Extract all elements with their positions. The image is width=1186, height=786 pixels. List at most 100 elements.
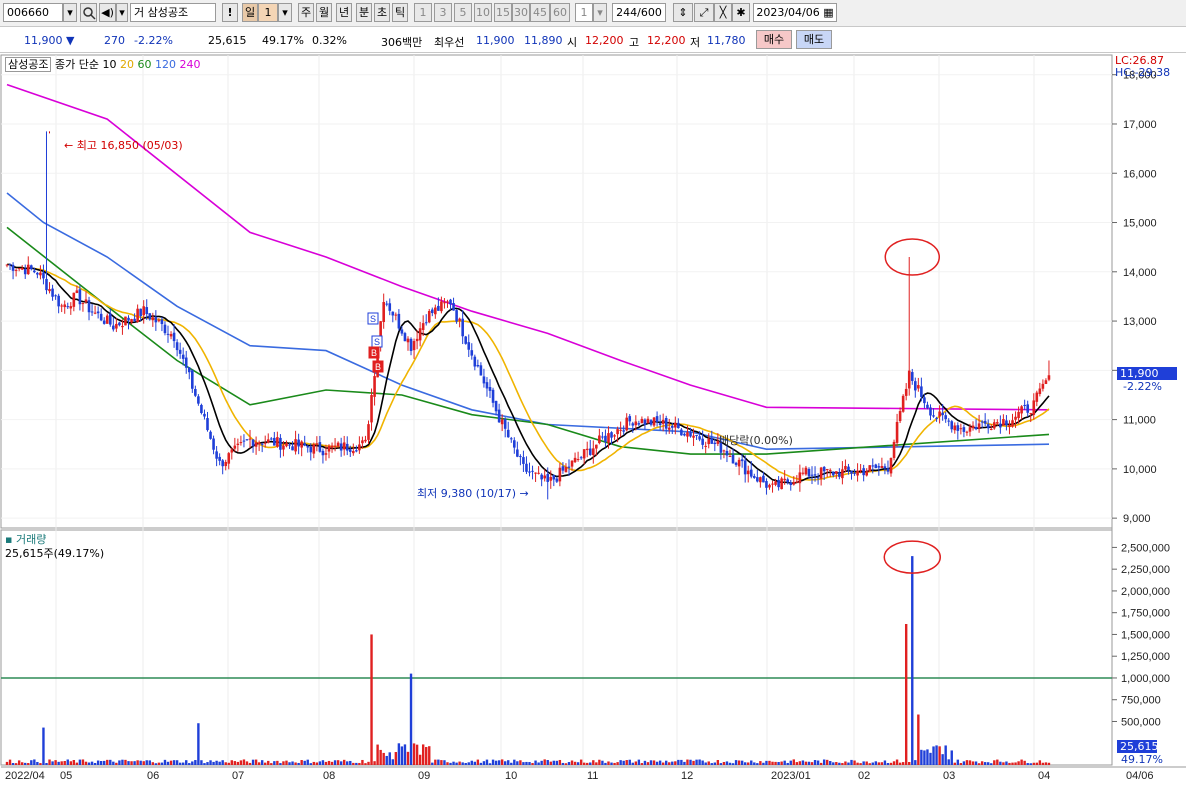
volume-bar <box>382 752 385 765</box>
volume-bar <box>500 759 504 765</box>
candle-body <box>923 397 926 404</box>
candle-body <box>810 474 814 476</box>
volume-tick-label: 2,000,000 <box>1121 586 1170 598</box>
volume-bar <box>209 760 212 765</box>
volume-tick-label: 1,250,000 <box>1121 651 1170 663</box>
candle-body <box>482 376 486 384</box>
volume-bar <box>829 761 832 765</box>
volume-bar <box>658 760 662 765</box>
candle-body <box>522 457 525 464</box>
candle-body <box>1020 406 1023 414</box>
volume-bar <box>753 762 756 765</box>
candle-body <box>974 426 978 430</box>
volume-bar <box>1014 762 1017 765</box>
candle-body <box>415 338 419 342</box>
volume-bar <box>947 759 950 765</box>
candle-body <box>75 290 79 293</box>
x-tick-label: 11 <box>587 770 598 782</box>
candle-body <box>692 435 695 438</box>
candle-body <box>722 450 726 452</box>
candle-body <box>23 268 27 275</box>
volume-bar <box>306 759 309 765</box>
candle-body <box>519 456 522 458</box>
volume-bar <box>586 762 589 765</box>
candle-body <box>54 295 57 297</box>
candle-body <box>318 442 322 452</box>
candle-body <box>595 444 598 449</box>
volume-bar <box>668 762 671 765</box>
volume-bar <box>795 762 799 765</box>
volume-bar <box>367 761 370 765</box>
volume-bar <box>188 763 191 765</box>
candle-body <box>950 421 954 430</box>
candle-body <box>746 470 750 475</box>
candle-body <box>212 438 215 450</box>
candle-body <box>224 461 228 467</box>
volume-bar <box>771 761 774 765</box>
volume-bar <box>920 749 923 765</box>
candle-body <box>819 467 823 479</box>
candle-body <box>920 386 923 397</box>
volume-tick-label: 2,500,000 <box>1121 542 1170 554</box>
volume-bar <box>14 763 18 765</box>
candle-body <box>355 450 358 452</box>
volume-bar <box>245 761 249 765</box>
low-annotation: 최저 9,380 (10/17) → <box>417 487 529 500</box>
candle-body <box>713 442 717 445</box>
candle-body <box>197 396 200 404</box>
candle-body <box>813 474 817 476</box>
volume-bar <box>531 763 534 765</box>
candle-body <box>8 264 12 266</box>
price-legend: 삼성공조 종가 단순 10 20 60 120 240 <box>5 56 200 72</box>
candle-body <box>667 427 671 430</box>
volume-bar <box>339 761 343 765</box>
candle-body <box>513 440 516 448</box>
hc-label: HC:-29.38 <box>1115 66 1171 79</box>
candle-body <box>795 481 799 483</box>
volume-bar <box>728 762 732 765</box>
candle-body <box>194 388 197 396</box>
volume-bar <box>759 761 762 765</box>
volume-bar <box>1023 760 1026 765</box>
candle-body <box>683 433 686 436</box>
candle-body <box>540 474 543 480</box>
candle-body <box>84 299 88 302</box>
volume-bar <box>425 747 428 765</box>
volume-bar <box>877 762 881 765</box>
legend-stock-name[interactable]: 삼성공조 <box>5 57 52 72</box>
volume-bar <box>1005 761 1008 765</box>
volume-bar <box>109 759 112 765</box>
candle-body <box>992 422 996 429</box>
volume-bar <box>892 761 896 765</box>
candle-body <box>99 313 103 321</box>
volume-bar <box>631 762 634 765</box>
candle-body <box>564 466 568 473</box>
high-annotation: ← 최고 16,850 (05/03) <box>64 139 183 152</box>
volume-bar <box>932 746 935 765</box>
x-tick-label: 05 <box>60 770 72 782</box>
price-volume-chart[interactable]: 2022/04 05 06 07 08 09 10 11 12 2023/01 02 03 04 04/0… <box>0 0 1186 786</box>
price-tick-label: 13,000 <box>1123 316 1157 328</box>
candle-body <box>312 444 316 454</box>
volume-bar <box>750 760 753 765</box>
volume-bar <box>364 763 367 765</box>
candle-body <box>251 439 255 446</box>
candle-body <box>358 444 361 451</box>
candle-body <box>664 418 668 429</box>
candle-body <box>999 423 1002 428</box>
high-annotation-text: 최고 16,850 (05/03) <box>76 139 183 152</box>
volume-bar <box>370 634 373 765</box>
candle-body <box>853 472 856 474</box>
volume-bar <box>980 761 984 765</box>
candle-body <box>121 325 124 328</box>
candle-body <box>841 469 844 479</box>
candle-body <box>549 476 553 481</box>
volume-bar <box>804 761 808 765</box>
candle-body <box>1047 375 1051 380</box>
volume-bar <box>409 673 413 765</box>
candle-body <box>367 424 370 440</box>
candle-body <box>917 385 920 389</box>
x-tick-label: 02 <box>858 770 870 782</box>
candle-body <box>427 311 431 323</box>
candle-body <box>500 419 504 425</box>
